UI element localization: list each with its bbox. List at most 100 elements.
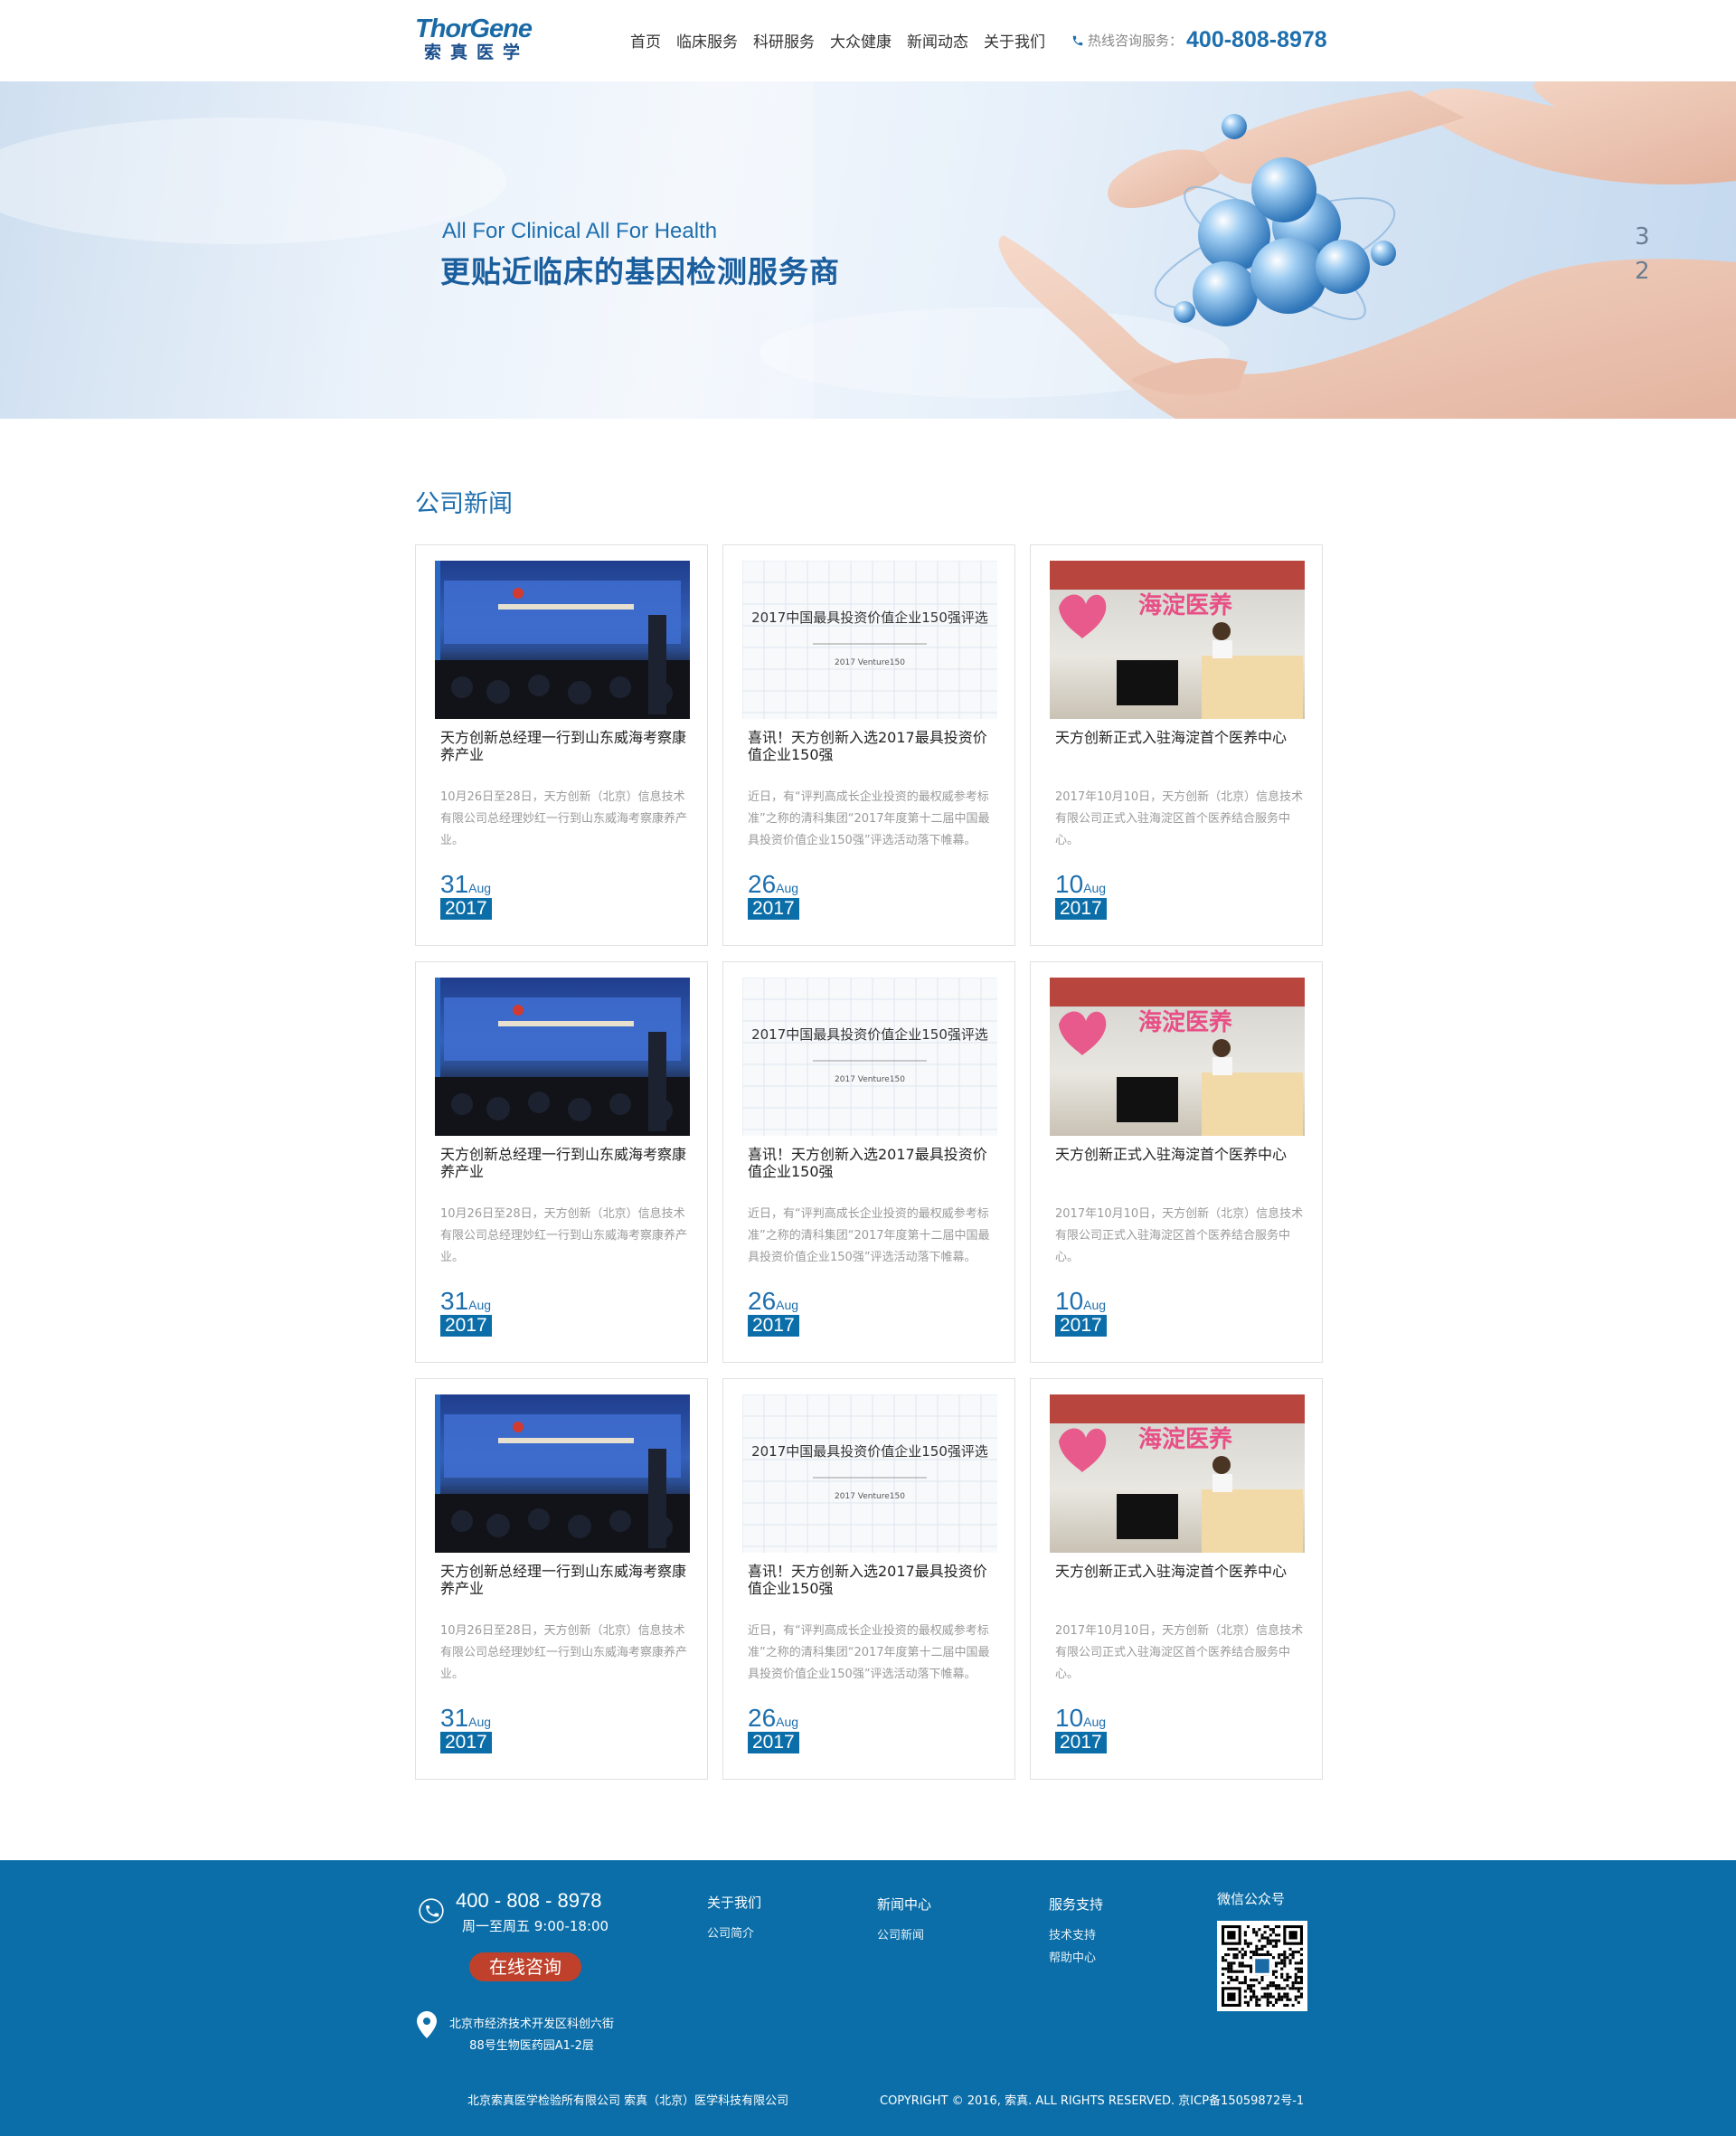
nav-item-home[interactable]: 首页 [630, 33, 661, 52]
news-card-title[interactable]: 喜讯！天方创新入选2017最具投资价值企业150强 [748, 729, 997, 763]
news-card-date: 31Aug 2017 [440, 1288, 492, 1337]
news-card-summary: 10月26日至28日，天方创新（北京）信息技术有限公司总经理妙红一行到山东威海考… [440, 1207, 688, 1264]
location-pin-icon [417, 2011, 437, 2038]
date-year: 2017 [440, 1732, 492, 1753]
date-year: 2017 [1055, 898, 1107, 920]
date-year: 2017 [1055, 1315, 1107, 1337]
conference-photo-art [435, 1394, 690, 1553]
news-card-date: 31Aug 2017 [440, 1705, 492, 1753]
news-card[interactable]: 天方创新总经理一行到山东威海考察康养产业 10月26日至28日，天方创新（北京）信… [415, 544, 708, 946]
news-card-image[interactable]: 海淀医养 [1050, 561, 1305, 719]
hotline: 热线咨询服务： 400-808-8978 [1071, 27, 1327, 53]
date-month: Aug [1083, 1298, 1107, 1312]
venture-award-art: 2017中国最具投资价值企业150强评选 2017 Venture150 [742, 978, 997, 1136]
date-day: 26 [748, 1287, 777, 1315]
footer-link-company-intro[interactable]: 公司简介 [707, 1923, 761, 1941]
news-card-title[interactable]: 天方创新总经理一行到山东威海考察康养产业 [440, 729, 690, 763]
news-card-summary: 2017年10月10日，天方创新（北京）信息技术有限公司正式入驻海淀区首个医养结… [1055, 1207, 1304, 1264]
news-card-image[interactable]: 2017中国最具投资价值企业150强评选 2017 Venture150 [742, 978, 997, 1136]
news-card-summary: 近日，有“评判高成长企业投资的最权威参考标准”之称的清科集团“2017年度第十二… [748, 1624, 990, 1681]
news-card-title[interactable]: 喜讯！天方创新入选2017最具投资价值企业150强 [748, 1563, 997, 1597]
award-image-subtitle: 2017 Venture150 [835, 1492, 905, 1501]
date-month: Aug [776, 1298, 799, 1312]
news-card[interactable]: 天方创新总经理一行到山东威海考察康养产业 10月26日至28日，天方创新（北京）信… [415, 1378, 708, 1780]
hospital-sign-text: 海淀医养 [1138, 1425, 1232, 1453]
date-month: Aug [776, 881, 799, 895]
news-card[interactable]: 2017中国最具投资价值企业150强评选 2017 Venture150 喜讯！天方… [722, 544, 1015, 946]
logo[interactable]: ThorGene 索真医学 [415, 14, 551, 65]
news-card-title[interactable]: 天方创新正式入驻海淀首个医养中心 [1055, 1146, 1305, 1163]
news-card-date: 26Aug 2017 [748, 871, 799, 920]
venture-award-art: 2017中国最具投资价值企业150强评选 2017 Venture150 [742, 561, 997, 719]
news-card-title[interactable]: 天方创新正式入驻海淀首个医养中心 [1055, 1563, 1305, 1580]
footer-col-about: 关于我们 公司简介 [707, 1893, 761, 1941]
svg-text:3: 3 [1635, 223, 1650, 250]
footer-link-tech-support[interactable]: 技术支持 [1049, 1925, 1103, 1942]
address-line-2: 88号生物医药园A1-2层 [469, 2039, 594, 2053]
nav-item-news[interactable]: 新闻动态 [907, 33, 968, 52]
hospital-sign-text: 海淀医养 [1138, 1008, 1232, 1036]
phone-icon [1072, 35, 1083, 45]
award-image-subtitle: 2017 Venture150 [835, 1075, 905, 1084]
date-year: 2017 [440, 898, 492, 920]
news-card-image[interactable] [435, 978, 690, 1136]
news-card-date: 10Aug 2017 [1055, 871, 1107, 920]
news-card-summary: 10月26日至28日，天方创新（北京）信息技术有限公司总经理妙红一行到山东威海考… [440, 790, 688, 847]
footer-copyright: COPYRIGHT © 2016, 索真. ALL RIGHTS RESERVE… [880, 2094, 1305, 2108]
nav-item-public-health[interactable]: 大众健康 [830, 33, 892, 52]
news-card[interactable]: 海淀医养天方创新正式入驻海淀首个医养中心 2017年10月10日，天方创新（北京）… [1030, 1378, 1323, 1780]
reception-photo-art: 海淀医养 [1050, 978, 1305, 1136]
news-card[interactable]: 2017中国最具投资价值企业150强评选 2017 Venture150 喜讯！天方… [722, 961, 1015, 1363]
news-card-image[interactable]: 2017中国最具投资价值企业150强评选 2017 Venture150 [742, 1394, 997, 1553]
news-card[interactable]: 海淀医养 天方创新正式入驻海淀首个医养中心 2017年10月10日，天方创新（北京）… [1030, 544, 1323, 946]
hotline-label: 热线咨询服务： [1088, 33, 1184, 49]
footer-link-company-news[interactable]: 公司新闻 [877, 1925, 931, 1942]
svg-text:2: 2 [1635, 258, 1650, 285]
logo-text-en: ThorGene [415, 14, 533, 43]
news-card-image[interactable] [435, 561, 690, 719]
news-card[interactable]: 海淀医养天方创新正式入驻海淀首个医养中心 2017年10月10日，天方创新（北京）… [1030, 961, 1323, 1363]
nav-item-clinical[interactable]: 临床服务 [676, 33, 738, 52]
footer-col-news: 新闻中心 公司新闻 [877, 1895, 931, 1942]
news-card-summary: 2017年10月10日，天方创新（北京）信息技术有限公司正式入驻海淀区首个医养结… [1055, 1624, 1304, 1681]
date-month: Aug [468, 881, 492, 895]
date-year: 2017 [748, 1732, 799, 1753]
date-year: 2017 [748, 898, 799, 920]
news-card-image[interactable]: 海淀医养 [1050, 978, 1305, 1136]
wechat-qr-code [1217, 1921, 1307, 2011]
date-day: 26 [748, 870, 777, 898]
news-card-summary: 10月26日至28日，天方创新（北京）信息技术有限公司总经理妙红一行到山东威海考… [440, 1624, 688, 1681]
news-card[interactable]: 2017中国最具投资价值企业150强评选 2017 Venture150 喜讯！天方… [722, 1378, 1015, 1780]
news-card-image[interactable]: 2017中国最具投资价值企业150强评选 2017 Venture150 [742, 561, 997, 719]
date-day: 31 [440, 870, 469, 898]
news-card-title[interactable]: 天方创新总经理一行到山东威海考察康养产业 [440, 1563, 690, 1597]
news-card-image[interactable]: 海淀医养 [1050, 1394, 1305, 1553]
nav-item-about[interactable]: 关于我们 [984, 33, 1045, 52]
news-card-title[interactable]: 天方创新正式入驻海淀首个医养中心 [1055, 729, 1305, 746]
date-month: Aug [776, 1715, 799, 1729]
award-image-title: 2017中国最具投资价值企业150强评选 [751, 1443, 988, 1460]
footer-col-title: 服务支持 [1049, 1896, 1104, 1913]
nav-item-research[interactable]: 科研服务 [753, 33, 815, 52]
news-card-image[interactable] [435, 1394, 690, 1553]
date-day: 31 [440, 1704, 469, 1732]
news-card-summary: 近日，有“评判高成长企业投资的最权威参考标准”之称的清科集团“2017年度第十二… [748, 790, 990, 847]
award-image-subtitle: 2017 Venture150 [835, 658, 905, 667]
footer-link-help-center[interactable]: 帮助中心 [1049, 1948, 1103, 1965]
online-consult-button[interactable]: 在线咨询 [469, 1952, 581, 1981]
address-line-1: 北京市经济技术开发区科创六街 [449, 2018, 615, 2031]
date-year: 2017 [440, 1315, 492, 1337]
news-card-title[interactable]: 天方创新总经理一行到山东威海考察康养产业 [440, 1146, 690, 1180]
conference-photo-art [435, 561, 690, 719]
news-card[interactable]: 天方创新总经理一行到山东威海考察康养产业 10月26日至28日，天方创新（北京）信… [415, 961, 708, 1363]
reception-photo-art: 海淀医养 [1050, 1394, 1305, 1553]
footer-col-support: 服务支持 技术支持 帮助中心 [1049, 1895, 1103, 1965]
venture-award-art: 2017中国最具投资价值企业150强评选 2017 Venture150 [742, 1394, 997, 1553]
date-month: Aug [1083, 1715, 1107, 1729]
date-day: 26 [748, 1704, 777, 1732]
footer-phone: 400 - 808 - 8978 [456, 1889, 602, 1912]
news-card-title[interactable]: 喜讯！天方创新入选2017最具投资价值企业150强 [748, 1146, 997, 1180]
hospital-sign-text: 海淀医养 [1138, 591, 1232, 619]
logo-text-cn: 索真医学 [424, 43, 530, 62]
news-card-date: 10Aug 2017 [1055, 1705, 1107, 1753]
